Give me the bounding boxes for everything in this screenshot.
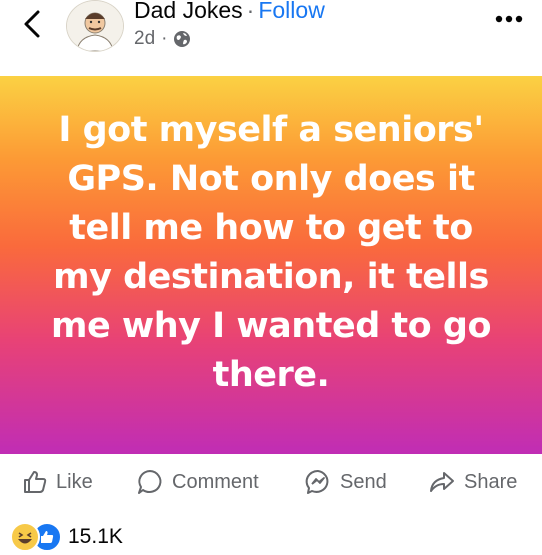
post-actions: Like Comment Send Share [0, 462, 542, 502]
page-avatar[interactable] [66, 0, 124, 52]
follow-button[interactable]: Follow [258, 0, 324, 23]
comment-button[interactable]: Comment [136, 462, 259, 502]
share-label: Share [464, 470, 518, 493]
post-background: I got myself a seniors' GPS. Not only do… [0, 76, 542, 454]
comment-label: Comment [172, 470, 259, 493]
like-button[interactable]: Like [22, 462, 93, 502]
name-separator: · [246, 0, 255, 23]
page-name-line: Dad Jokes · Follow [134, 0, 325, 24]
chef-avatar-icon [67, 1, 123, 51]
page-name[interactable]: Dad Jokes [134, 0, 243, 23]
post-text: I got myself a seniors' GPS. Not only do… [51, 110, 492, 395]
globe-icon [174, 31, 191, 47]
post-age[interactable]: 2d [134, 28, 155, 50]
post-meta: 2d · [134, 28, 191, 50]
reaction-count: 15.1K [68, 525, 123, 548]
send-button[interactable]: Send [304, 462, 387, 502]
back-arrow-icon[interactable] [18, 6, 48, 42]
haha-reaction-icon [10, 522, 40, 552]
share-button[interactable]: Share [428, 462, 517, 502]
meta-separator: · [161, 28, 168, 49]
comment-bubble-icon [138, 470, 162, 494]
reactions-summary[interactable]: 15.1K [10, 522, 123, 552]
more-options-icon[interactable] [494, 12, 524, 26]
like-label: Like [56, 470, 93, 493]
post-header: Dad Jokes · Follow 2d · [0, 0, 542, 70]
send-label: Send [340, 470, 387, 493]
thumbs-up-icon [24, 471, 47, 493]
messenger-icon [305, 469, 329, 494]
share-arrow-icon [430, 472, 454, 492]
